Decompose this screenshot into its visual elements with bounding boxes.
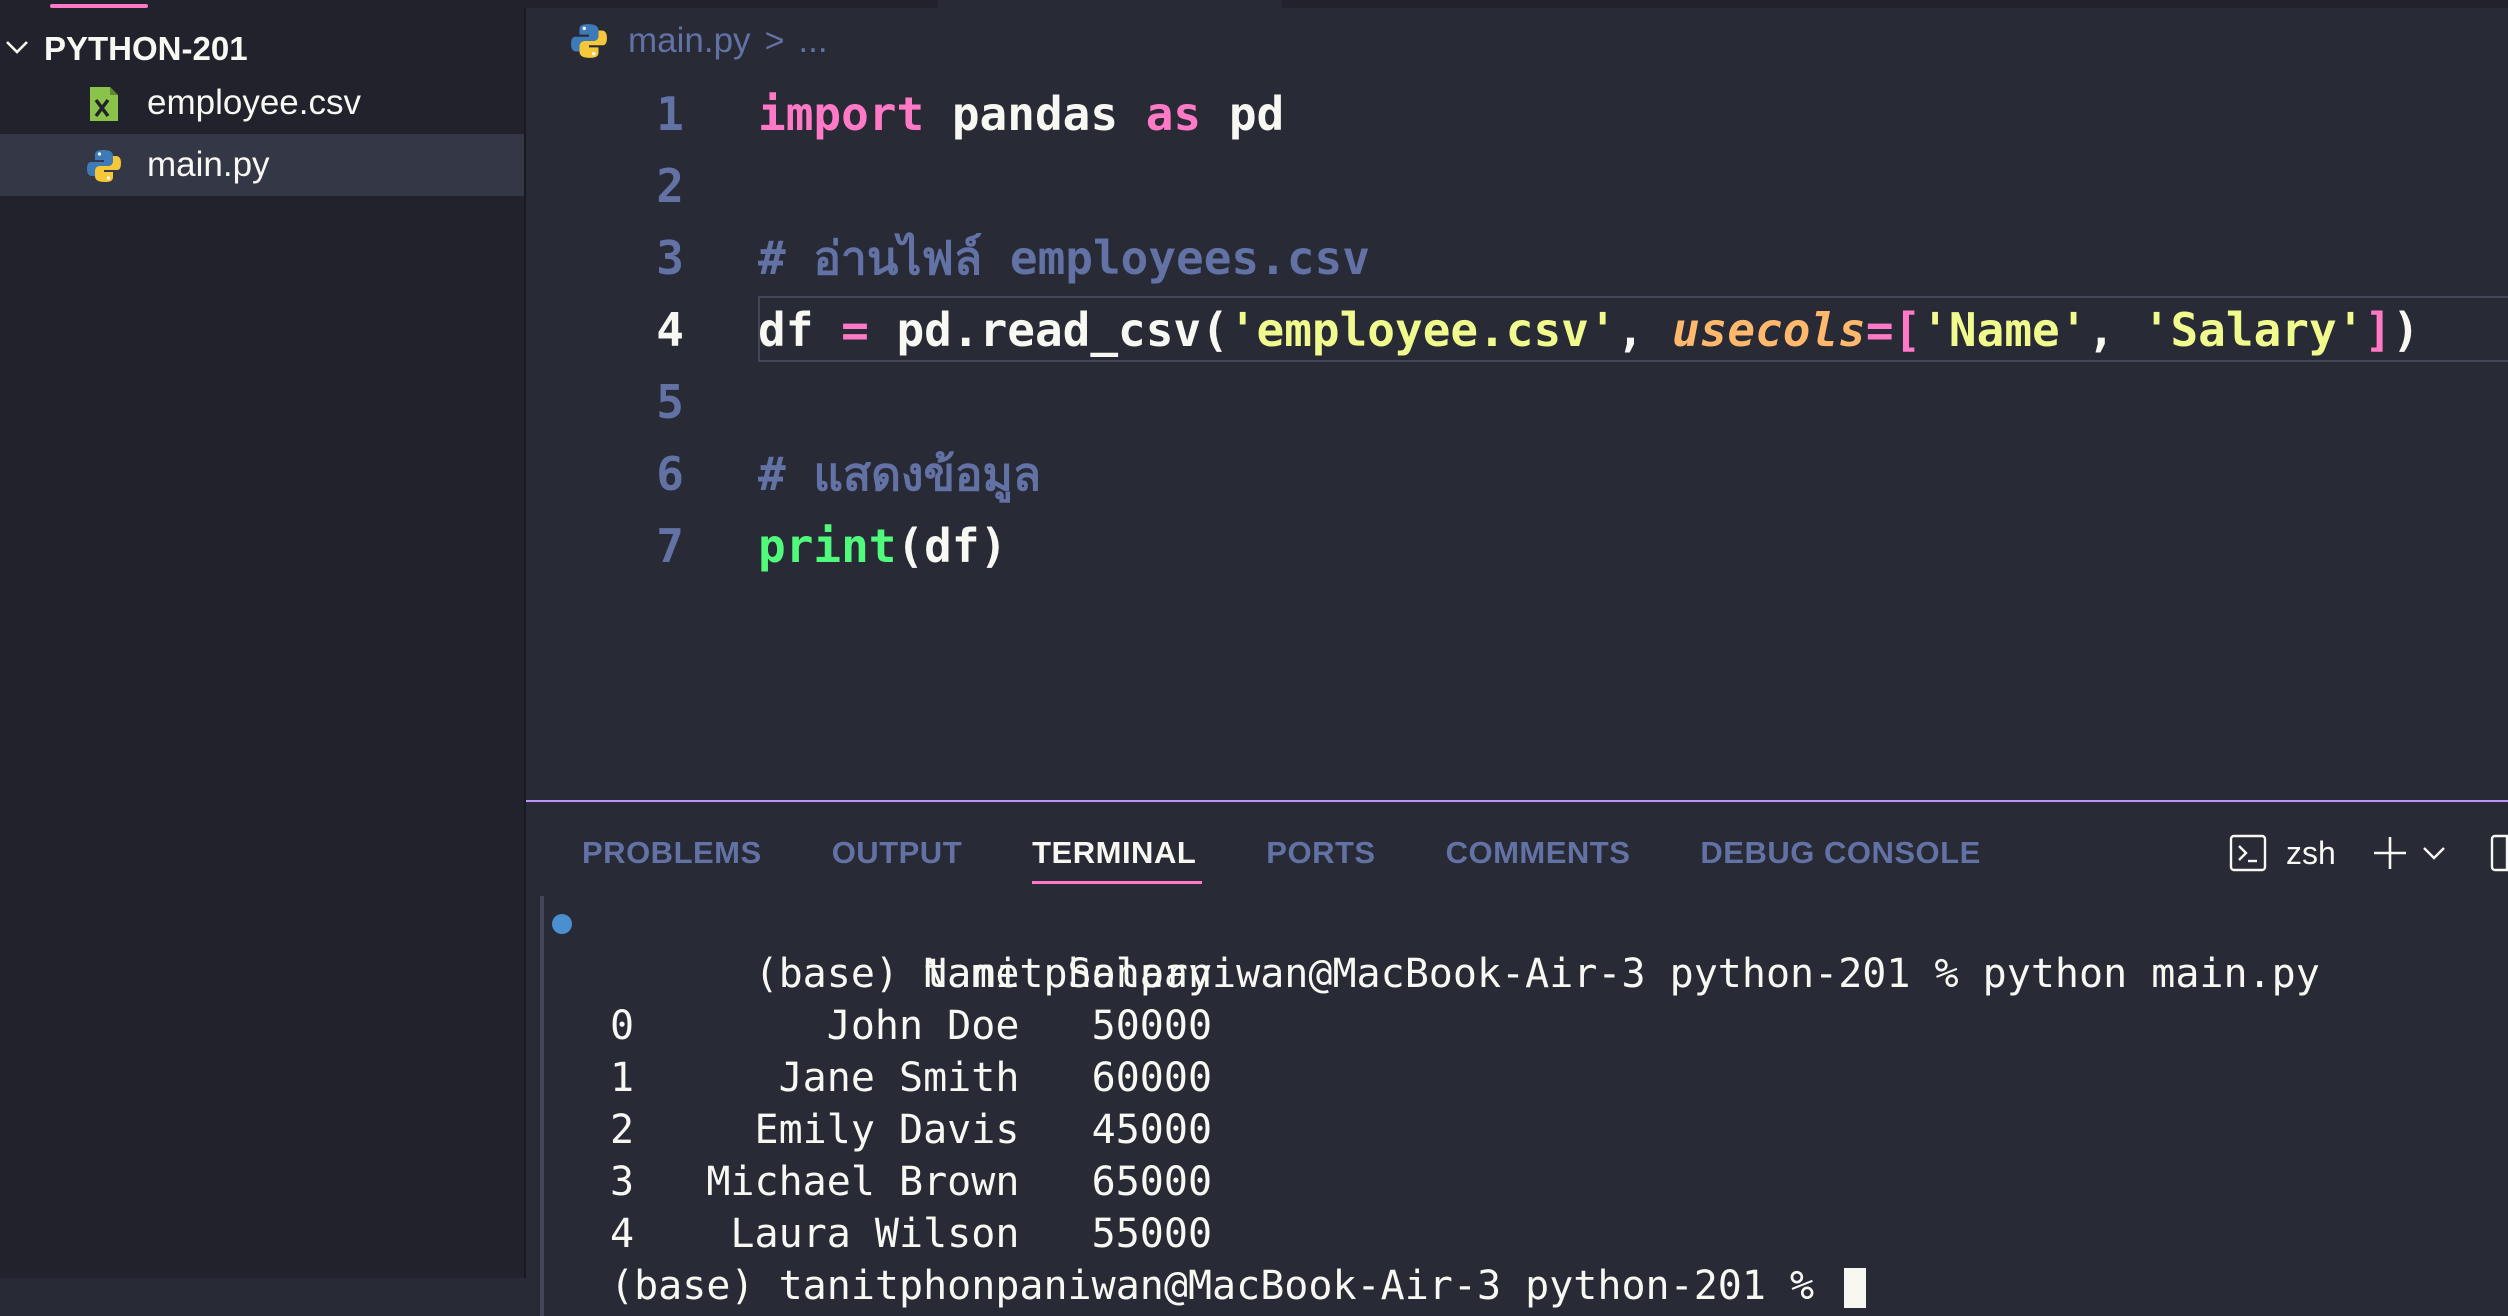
top-tab-strip [0, 0, 2508, 8]
code-token: df [758, 303, 842, 357]
explorer-folder-header[interactable]: PYTHON-201 [0, 24, 524, 74]
tab-ports[interactable]: PORTS [1266, 828, 1375, 878]
line-number: 3 [656, 231, 684, 285]
code-text: df = pd.read_csv('employee.csv', usecols… [758, 294, 2420, 366]
python-file-icon [571, 24, 607, 58]
breadcrumb[interactable]: main.py > ... [570, 16, 828, 66]
explorer-item-label: employee.csv [147, 83, 361, 122]
tab-strip-right [1282, 0, 2508, 8]
terminal-output[interactable]: (base) tanitphonpaniwan@MacBook-Air-3 py… [540, 896, 2500, 1316]
terminal-line: 2 Emily Davis 45000 [610, 1107, 1213, 1153]
code-token: (df) [896, 519, 1008, 573]
code-token: usecols [1671, 303, 1866, 357]
explorer-item-main-py[interactable]: main.py [0, 134, 524, 196]
code-text: # แสดงข้อมูล [758, 438, 1041, 510]
tab-terminal[interactable]: TERMINAL [1032, 828, 1203, 884]
code-token: [ [1893, 303, 1922, 357]
code-line[interactable]: 5 [526, 366, 2508, 438]
plus-icon[interactable] [2370, 833, 2410, 873]
code-line[interactable]: 7 print(df) [526, 510, 2508, 582]
command-status-dot[interactable] [552, 914, 572, 934]
python-file-icon [87, 150, 121, 182]
code-token: print [758, 519, 897, 573]
panel-tabs: PROBLEMS OUTPUT TERMINAL PORTS COMMENTS … [582, 828, 2051, 884]
terminal-line: 4 Laura Wilson 55000 [610, 1211, 1213, 1257]
terminal-prompt-line[interactable]: (base) tanitphonpaniwan@MacBook-Air-3 py… [540, 1260, 2500, 1312]
code-token: # แสดงข้อมูล [758, 447, 1042, 501]
tab-debug-console[interactable]: DEBUG CONSOLE [1700, 828, 1980, 878]
terminal-shell-name[interactable]: zsh [2286, 835, 2336, 872]
code-text: import pandas as pd [758, 78, 1284, 150]
chevron-down-icon [6, 41, 28, 54]
code-line[interactable]: 6 # แสดงข้อมูล [526, 438, 2508, 510]
code-line[interactable]: 3 # อ่านไฟล์ employees.csv [526, 222, 2508, 294]
code-token: ] [2364, 303, 2393, 357]
terminal-line: Name Salary [610, 951, 1213, 997]
explorer-item-employee-csv[interactable]: employee.csv [0, 72, 524, 134]
code-token: 'Salary' [2142, 303, 2365, 357]
code-token: 'Name' [1921, 303, 2088, 357]
terminal-line: (base) tanitphonpaniwan@MacBook-Air-3 py… [540, 896, 2500, 997]
code-token: # อ่านไฟล์ employees.csv [758, 231, 1370, 285]
split-terminal-icon[interactable] [2490, 833, 2508, 873]
terminal-cursor [1844, 1268, 1867, 1308]
explorer-sidebar: PYTHON-201 employee.csv main.py [0, 8, 526, 1278]
code-line[interactable]: 2 [526, 150, 2508, 222]
tab-output[interactable]: OUTPUT [832, 828, 962, 878]
terminal-line: 0 John Doe 50000 [610, 1003, 1213, 1049]
chevron-down-icon[interactable] [2420, 839, 2448, 867]
code-token: , [2087, 303, 2143, 357]
terminal-line: 3 Michael Brown 65000 [610, 1159, 1213, 1205]
csv-file-icon [90, 87, 118, 121]
line-number: 5 [656, 375, 684, 429]
code-token: import [758, 87, 925, 141]
code-editor[interactable]: main.py > ... 1 import pandas as pd 2 3 # อ่… [526, 8, 2508, 800]
line-number: 7 [656, 519, 684, 573]
line-number: 6 [656, 447, 684, 501]
code-token: , [1616, 303, 1672, 357]
code-text: print(df) [758, 510, 1007, 582]
code-token: pd [1201, 87, 1285, 141]
code-token: pd.read_csv( [868, 303, 1229, 357]
panel-actions: zsh [2228, 828, 2508, 878]
breadcrumb-separator: > [764, 21, 785, 60]
bottom-panel: PROBLEMS OUTPUT TERMINAL PORTS COMMENTS … [526, 800, 2508, 1316]
code-token: as [1145, 87, 1202, 141]
code-token: 'employee.csv' [1228, 303, 1617, 357]
explorer-folder-name: PYTHON-201 [44, 30, 248, 67]
code-text: # อ่านไฟล์ employees.csv [758, 222, 1370, 294]
code-token: = [841, 303, 869, 357]
code-line[interactable]: 1 import pandas as pd [526, 78, 2508, 150]
line-number: 1 [656, 87, 684, 141]
breadcrumb-symbols[interactable]: ... [798, 21, 827, 61]
terminal-line: 1 Jane Smith 60000 [610, 1055, 1213, 1101]
terminal-icon[interactable] [2228, 833, 2268, 873]
tab-problems[interactable]: PROBLEMS [582, 828, 762, 878]
code-token: pandas [924, 87, 1146, 141]
code-line[interactable]: 4 df = pd.read_csv('employee.csv', usecol… [526, 294, 2508, 366]
breadcrumb-file[interactable]: main.py [628, 21, 751, 61]
code-token: = [1865, 303, 1894, 357]
code-token: ) [2392, 303, 2420, 357]
line-number: 4 [656, 303, 684, 357]
tab-comments[interactable]: COMMENTS [1446, 828, 1631, 878]
explorer-item-label: main.py [147, 145, 270, 184]
line-number: 2 [656, 159, 684, 213]
